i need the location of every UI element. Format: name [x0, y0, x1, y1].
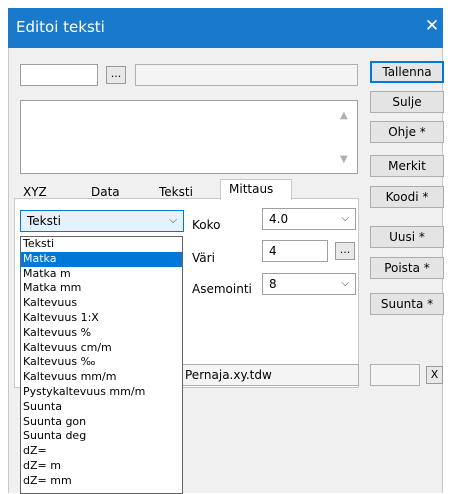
code-browse-button[interactable]: ...	[106, 66, 126, 84]
dropdown-item[interactable]: dZ=	[21, 444, 182, 459]
dropdown-item[interactable]: Matka m	[21, 267, 182, 282]
dropdown-item[interactable]: Matka	[21, 251, 182, 267]
dropdown-item[interactable]: dZ= m	[21, 459, 182, 474]
dropdown-item[interactable]: Matka mm	[21, 281, 182, 296]
window-title: Editoi teksti	[16, 18, 105, 36]
asemointi-combo[interactable]: 8 ⌵	[262, 273, 356, 295]
sulje-button[interactable]: Sulje	[370, 91, 444, 113]
x-button[interactable]: X	[426, 366, 443, 384]
dropdown-item[interactable]: Kaltevuus %	[21, 326, 182, 341]
koko-value: 4.0	[269, 212, 289, 226]
measure-type-combo[interactable]: Teksti ⌵	[20, 210, 184, 232]
dropdown-item[interactable]: Kaltevuus mm/m	[21, 370, 182, 385]
chevron-down-icon: ⌵	[169, 215, 177, 226]
koko-combo[interactable]: 4.0 ⌵	[262, 208, 356, 230]
code-input[interactable]	[20, 64, 98, 86]
poista-button[interactable]: Poista *	[370, 257, 444, 279]
dropdown-item[interactable]: Pystykaltevuus mm/m	[21, 385, 182, 400]
status-field	[370, 364, 420, 386]
dropdown-item[interactable]: Suunta deg	[21, 429, 182, 444]
ohje-button[interactable]: Ohje *	[370, 121, 444, 143]
dropdown-item[interactable]: Kaltevuus ‰	[21, 355, 182, 370]
merkit-button[interactable]: Merkit	[370, 155, 444, 177]
dropdown-item[interactable]: Suunta gon	[21, 415, 182, 430]
scroll-down-icon[interactable]: ▼	[340, 154, 348, 165]
chevron-down-icon: ⌵	[341, 278, 349, 289]
tallenna-button[interactable]: Tallenna	[370, 61, 444, 83]
dropdown-item[interactable]: dZ= mm	[21, 474, 182, 489]
uusi-button[interactable]: Uusi *	[370, 226, 444, 248]
chevron-down-icon: ⌵	[341, 213, 349, 224]
tab-mittaus[interactable]: Mittaus	[220, 179, 292, 200]
dropdown-item[interactable]: Teksti	[21, 237, 182, 252]
code-description-field	[135, 64, 358, 86]
vari-input[interactable]: 4	[262, 240, 328, 262]
suunta-button[interactable]: Suunta *	[370, 293, 444, 315]
file-name-field: Pernaja.xy.tdw	[178, 364, 359, 386]
text-area[interactable]	[20, 100, 358, 174]
asemointi-label: Asemointi	[192, 282, 252, 296]
dropdown-item[interactable]: Kaltevuus	[21, 296, 182, 311]
koodi-button[interactable]: Koodi *	[370, 186, 444, 208]
dropdown-item[interactable]: Kaltevuus 1:X	[21, 311, 182, 326]
close-icon[interactable]: ✕	[423, 16, 441, 36]
tab-data[interactable]: Data	[87, 184, 124, 200]
vari-browse-button[interactable]: ...	[335, 242, 355, 260]
asemointi-value: 8	[269, 277, 277, 291]
scroll-up-icon[interactable]: ▲	[340, 110, 348, 121]
tab-teksti[interactable]: Teksti	[155, 184, 197, 200]
dropdown-item[interactable]: Kaltevuus cm/m	[21, 341, 182, 356]
measure-type-dropdown[interactable]: Teksti Matka Matka m Matka mm Kaltevuus Kalte…	[20, 236, 183, 494]
vari-label: Väri	[192, 251, 215, 265]
measure-type-value: Teksti	[27, 214, 61, 228]
tab-xyz[interactable]: XYZ	[19, 184, 51, 200]
koko-label: Koko	[192, 218, 221, 232]
dropdown-item[interactable]: Suunta	[21, 400, 182, 415]
